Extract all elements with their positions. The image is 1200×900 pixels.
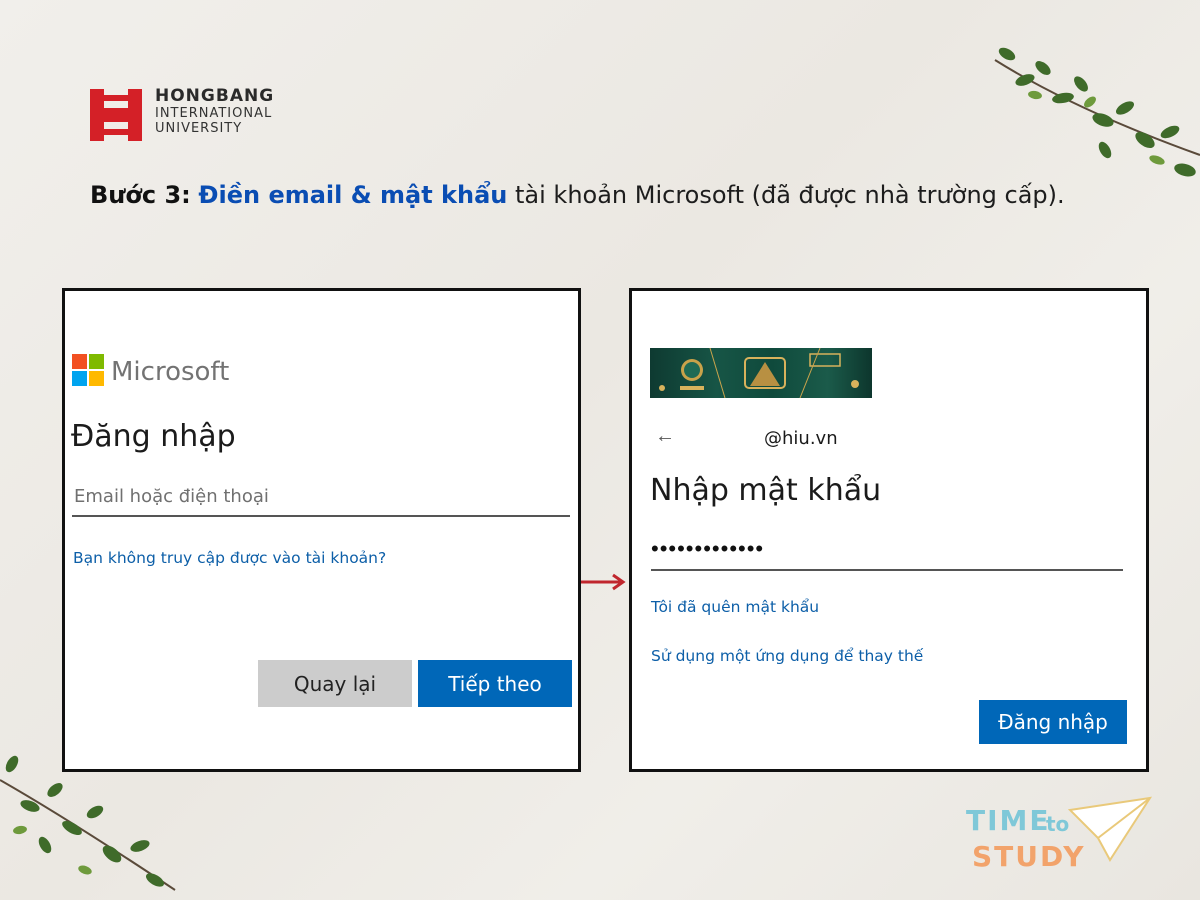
password-title: Nhập mật khẩu bbox=[650, 473, 882, 508]
time-to-study-badge: TIME to STUDY bbox=[950, 790, 1160, 885]
leaf-branch-icon bbox=[0, 755, 176, 891]
back-button[interactable]: Quay lại bbox=[258, 660, 412, 707]
university-name: HONGBANG INTERNATIONAL UNIVERSITY bbox=[155, 86, 275, 136]
hongbang-logo-icon bbox=[90, 89, 142, 141]
step-rest: tài khoản Microsoft (đã được nhà trường … bbox=[507, 181, 1065, 209]
badge-to: to bbox=[1046, 812, 1070, 836]
signin-title: Đăng nhập bbox=[71, 419, 236, 454]
leaf-branch-icon bbox=[994, 47, 1200, 177]
account-email: @hiu.vn bbox=[764, 428, 838, 449]
next-button[interactable]: Tiếp theo bbox=[418, 660, 572, 707]
left-arrow-icon[interactable]: ← bbox=[655, 425, 675, 448]
step-highlight: Điền email & mật khẩu bbox=[198, 181, 508, 209]
signin-button[interactable]: Đăng nhập bbox=[979, 700, 1127, 744]
organization-banner-image bbox=[650, 348, 872, 398]
step-label: Bước 3: bbox=[90, 181, 191, 209]
password-entry-screenshot: ← @hiu.vn Nhập mật khẩu Tôi đã quên mật … bbox=[629, 288, 1149, 772]
brand-line1: HONGBANG bbox=[155, 86, 275, 106]
forgot-password-link[interactable]: Tôi đã quên mật khẩu bbox=[651, 598, 819, 616]
microsoft-logo-icon bbox=[72, 354, 104, 386]
email-field[interactable] bbox=[72, 477, 570, 517]
microsoft-signin-screenshot: Microsoft Đăng nhập Bạn không truy cập đ… bbox=[62, 288, 581, 772]
badge-time: TIME bbox=[966, 804, 1051, 837]
use-app-instead-link[interactable]: Sử dụng một ứng dụng để thay thế bbox=[651, 647, 923, 665]
cant-access-account-link[interactable]: Bạn không truy cập được vào tài khoản? bbox=[73, 549, 386, 567]
step-instruction: Bước 3: Điền email & mật khẩu tài khoản … bbox=[90, 178, 1080, 212]
password-field[interactable] bbox=[651, 529, 1123, 571]
brand-line3: UNIVERSITY bbox=[155, 121, 243, 136]
brand-line2: INTERNATIONAL bbox=[155, 106, 273, 121]
right-arrow-icon bbox=[581, 573, 626, 591]
badge-study: STUDY bbox=[972, 840, 1086, 873]
microsoft-wordmark: Microsoft bbox=[111, 357, 230, 387]
